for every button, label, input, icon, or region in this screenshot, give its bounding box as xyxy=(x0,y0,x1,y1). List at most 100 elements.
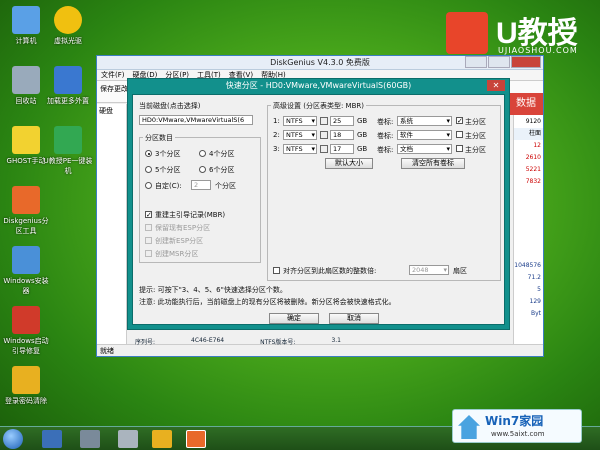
minimize-button[interactable] xyxy=(465,56,487,68)
info-value: 柱面 xyxy=(514,128,543,140)
current-disk-field[interactable]: HD0:VMware,VMwareVirtualS(6 xyxy=(139,115,253,125)
primary-checkbox-1[interactable]: ✓ xyxy=(456,117,463,125)
option-label: 5个分区 xyxy=(155,166,181,174)
key-icon xyxy=(12,366,40,394)
diskgenius-taskbar-icon[interactable] xyxy=(186,430,206,448)
info-value: 71.2 xyxy=(527,274,541,281)
rebuild-mbr-label: 重建主引导记录(MBR) xyxy=(155,211,226,219)
align-unit-label: 扇区 xyxy=(453,267,467,275)
ghost-icon xyxy=(12,126,40,154)
info-value: 129 xyxy=(529,298,541,305)
align-sector-select[interactable]: 2048 xyxy=(409,265,449,275)
recycle-bin-icon xyxy=(12,66,40,94)
primary-checkbox-2[interactable] xyxy=(456,131,463,138)
radio-5-partitions[interactable] xyxy=(145,166,152,173)
volume-label-caption: 卷标: xyxy=(377,118,394,126)
option-label: 3个分区 xyxy=(155,150,181,158)
create-msr-label: 创建MSR分区 xyxy=(155,250,199,258)
disc-icon xyxy=(54,6,82,34)
custom-count-spinner[interactable]: 2 xyxy=(191,180,211,190)
desktop-icon-virtual-drive[interactable]: 虚拟光驱 xyxy=(42,6,94,46)
desktop-icon-diskgenius[interactable]: Diskgenius分区工具 xyxy=(0,186,52,236)
primary-label: 主分区 xyxy=(465,118,486,126)
disk-tree-panel[interactable]: 硬盘 xyxy=(97,104,127,344)
info-value: 12 xyxy=(533,142,541,149)
create-msr-checkbox[interactable] xyxy=(145,250,152,257)
rebuild-mbr-checkbox[interactable]: ✓ xyxy=(145,211,152,219)
info-value: 5 xyxy=(537,286,541,293)
radio-4-partitions[interactable] xyxy=(199,150,206,157)
info-value: 2610 xyxy=(525,154,541,161)
house-icon xyxy=(458,415,480,439)
monitor-icon[interactable] xyxy=(42,430,62,448)
boot-repair-icon xyxy=(12,306,40,334)
radio-3-partitions[interactable] xyxy=(145,150,152,157)
size-input-2[interactable]: 18 xyxy=(330,130,354,140)
cancel-button[interactable]: 取消 xyxy=(329,313,379,324)
row-number: 3: xyxy=(273,145,280,153)
align-label: 对齐分区到此扇区数的整数倍: xyxy=(283,267,377,275)
expand-icon xyxy=(54,66,82,94)
primary-label: 主分区 xyxy=(465,132,486,140)
keep-esp-checkbox[interactable] xyxy=(145,224,152,231)
desktop-icon-pe-install[interactable]: U教授PE一键装机 xyxy=(42,126,94,176)
info-value: 5221 xyxy=(525,166,541,173)
option-label: 自定(C): xyxy=(155,182,182,190)
watermark-name: Win7家园 xyxy=(485,414,544,428)
desktop-icon-password-clear[interactable]: 登录密码清除 xyxy=(0,366,52,406)
printer-icon[interactable] xyxy=(80,430,100,448)
computer-icon xyxy=(12,6,40,34)
side-banner: 数据 xyxy=(509,93,543,115)
menu-file[interactable]: 文件(F) xyxy=(101,70,125,80)
logo-mark-icon xyxy=(446,12,488,54)
fs-select-1[interactable]: NTFS xyxy=(283,116,317,126)
volume-label-select-1[interactable]: 系统 xyxy=(397,116,452,126)
size-input-3[interactable]: 17 xyxy=(330,144,354,154)
drive-icon[interactable] xyxy=(118,430,138,448)
radio-custom[interactable] xyxy=(145,182,152,189)
create-esp-label: 创建新ESP分区 xyxy=(155,237,204,245)
ntfs-value: 3.1 xyxy=(331,337,341,344)
volume-label-select-2[interactable]: 软件 xyxy=(397,130,452,140)
lock-icon[interactable] xyxy=(320,117,328,125)
watermark-url: www.5aixt.com xyxy=(491,430,545,438)
installer-icon xyxy=(54,126,82,154)
size-input-1[interactable]: 25 xyxy=(330,116,354,126)
info-value: Byt xyxy=(530,310,541,317)
dialog-title: 快速分区 - HD0:VMware,VMwareVirtualS(60GB) xyxy=(225,81,412,90)
windows-icon xyxy=(12,246,40,274)
lock-icon[interactable] xyxy=(320,131,328,139)
maximize-button[interactable] xyxy=(488,56,510,68)
clear-labels-button[interactable]: 清空所有卷标 xyxy=(401,158,465,169)
current-disk-label: 当前磁盘(点击选择) xyxy=(139,102,201,110)
primary-checkbox-3[interactable] xyxy=(456,145,463,152)
advanced-settings-label: 高级设置 (分区表类型: MBR) xyxy=(271,101,366,111)
option-label: 6个分区 xyxy=(209,166,235,174)
default-size-button[interactable]: 默认大小 xyxy=(325,158,373,169)
serial-value: 4C46-E764 xyxy=(191,337,225,344)
hint-text: 提示: 可按下"3、4、5、6"快速选择分区个数。 xyxy=(139,286,287,294)
close-button[interactable] xyxy=(511,56,541,68)
lock-icon[interactable] xyxy=(320,145,328,153)
volume-label-caption: 卷标: xyxy=(377,132,394,140)
partition-count-label: 分区数目 xyxy=(143,133,175,143)
desktop-icon-windows-installer[interactable]: Windows安装器 xyxy=(0,246,52,296)
radio-6-partitions[interactable] xyxy=(199,166,206,173)
start-button[interactable] xyxy=(3,429,23,449)
dialog-close-button[interactable]: ✕ xyxy=(487,80,505,91)
disk-label: 硬盘 xyxy=(99,107,113,115)
primary-label: 主分区 xyxy=(465,146,486,154)
fs-select-3[interactable]: NTFS xyxy=(283,144,317,154)
volume-label-select-3[interactable]: 文档 xyxy=(397,144,452,154)
save-changes-button[interactable]: 保存更改 xyxy=(100,85,128,93)
create-esp-checkbox[interactable] xyxy=(145,237,152,244)
align-checkbox[interactable] xyxy=(273,267,280,274)
ok-button[interactable]: 确定 xyxy=(269,313,319,324)
fs-select-2[interactable]: NTFS xyxy=(283,130,317,140)
network-icon[interactable] xyxy=(152,430,172,448)
volume-label-caption: 卷标: xyxy=(377,146,394,154)
desktop-icon-load-external[interactable]: 加载更多外置 xyxy=(42,66,94,106)
warning-text: 注意: 此功能执行后，当前磁盘上的现有分区将被删除。新分区将会被快速格式化。 xyxy=(139,298,396,306)
info-footer: 序列号: 4C46-E764 NTFS版本号: 3.1 xyxy=(135,337,341,346)
desktop-icon-boot-repair[interactable]: Windows启动引导修复 xyxy=(0,306,52,356)
